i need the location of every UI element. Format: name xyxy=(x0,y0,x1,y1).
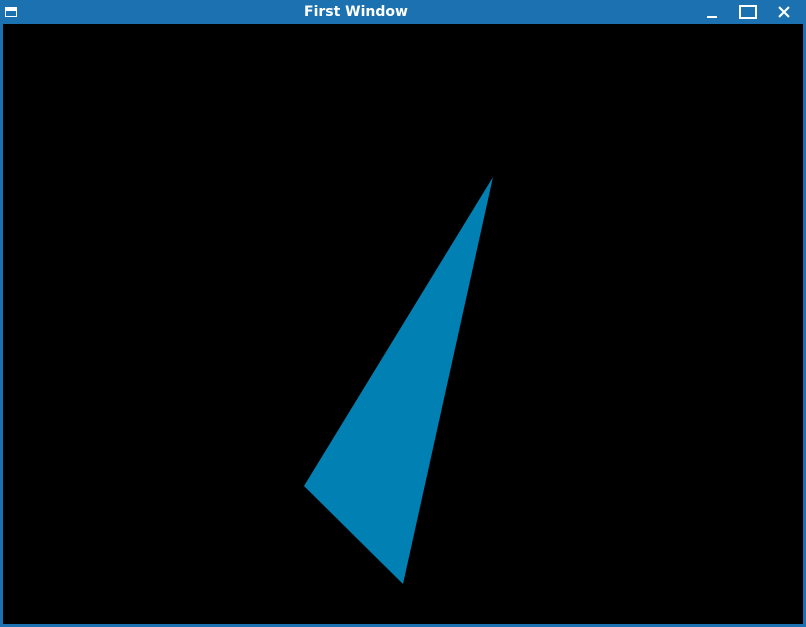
window-title: First Window xyxy=(304,4,408,20)
maximize-icon xyxy=(739,5,757,19)
title-bar[interactable]: First Window xyxy=(0,0,806,24)
canvas-surface xyxy=(304,177,493,584)
minimize-icon xyxy=(707,16,717,18)
triangle-shape xyxy=(304,177,493,584)
app-window: First Window xyxy=(0,0,806,627)
close-button[interactable] xyxy=(772,2,796,22)
render-canvas[interactable] xyxy=(3,24,803,624)
close-icon xyxy=(778,6,790,18)
minimize-button[interactable] xyxy=(700,2,724,22)
maximize-button[interactable] xyxy=(736,2,760,22)
